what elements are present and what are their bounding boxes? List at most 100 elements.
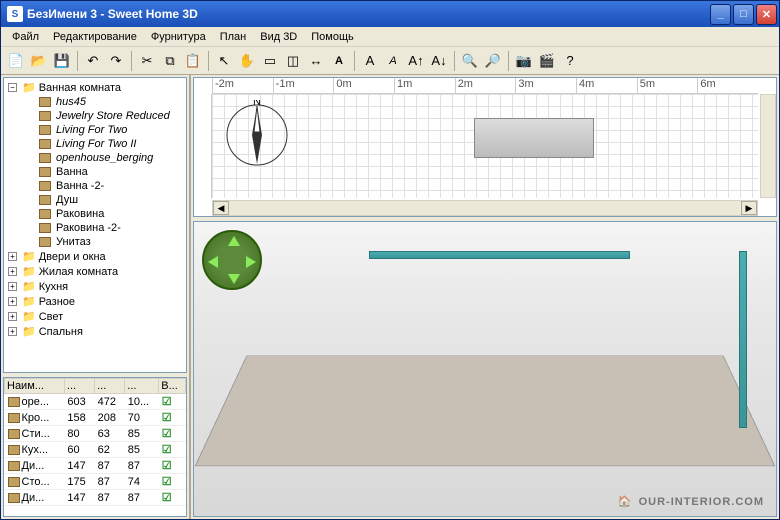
checkbox-checked-icon[interactable]: ☑ <box>162 460 172 472</box>
new-file-icon[interactable]: 📄 <box>5 50 27 72</box>
ruler-mark: 0m <box>333 78 394 93</box>
scroll-right-icon[interactable]: ▶ <box>741 201 757 215</box>
table-header[interactable]: В... <box>159 379 186 394</box>
tree-item-label: Ванна -2- <box>56 180 104 192</box>
collapse-icon[interactable]: − <box>8 83 17 92</box>
toolbar: 📄 📂 💾 ↶ ↷ ✂ ⧉ 📋 ↖ ✋ ▭ ◫ ↔ A A A A↑ A↓ 🔍 … <box>1 47 779 75</box>
table-row[interactable]: Кро...15820870☑ <box>5 410 186 426</box>
ruler-mark: 5m <box>637 78 698 93</box>
menu-help[interactable]: Помощь <box>304 29 361 45</box>
tree-item[interactable]: Раковина <box>6 207 184 221</box>
menu-3dview[interactable]: Вид 3D <box>253 29 304 45</box>
expand-icon[interactable]: + <box>8 282 17 291</box>
nav-down-icon[interactable] <box>228 274 240 284</box>
table-row[interactable]: Ди...1478787☑ <box>5 490 186 506</box>
plan-scrollbar-h[interactable]: ◀ ▶ <box>212 200 758 216</box>
checkbox-checked-icon[interactable]: ☑ <box>162 412 172 424</box>
table-header[interactable]: ... <box>64 379 94 394</box>
expand-icon[interactable]: + <box>8 267 17 276</box>
3d-view[interactable]: 🏠 OUR-INTERIOR.COM <box>193 221 777 517</box>
tree-item[interactable]: Унитаз <box>6 235 184 249</box>
table-row[interactable]: Кух...606285☑ <box>5 442 186 458</box>
wall-icon[interactable]: ▭ <box>259 50 281 72</box>
tree-item[interactable]: hus45 <box>6 95 184 109</box>
menu-plan[interactable]: План <box>213 29 254 45</box>
font-size-down-icon[interactable]: A↓ <box>428 50 450 72</box>
tree-category[interactable]: +📁Разное <box>6 294 184 309</box>
furniture-icon <box>39 181 51 191</box>
tree-item[interactable]: openhouse_berging <box>6 151 184 165</box>
redo-icon[interactable]: ↷ <box>105 50 127 72</box>
expand-icon[interactable]: + <box>8 327 17 336</box>
plan-view[interactable]: -2m-1m0m1m2m3m4m5m6m N ◀ ▶ <box>193 77 777 217</box>
table-row[interactable]: Сти...806385☑ <box>5 426 186 442</box>
expand-icon[interactable]: + <box>8 312 17 321</box>
table-header[interactable]: Наим... <box>5 379 65 394</box>
copy-icon[interactable]: ⧉ <box>159 50 181 72</box>
expand-icon[interactable]: + <box>8 252 17 261</box>
nav-right-icon[interactable] <box>246 256 256 268</box>
tree-item[interactable]: Living For Two II <box>6 137 184 151</box>
maximize-button[interactable]: □ <box>733 4 754 25</box>
tree-category[interactable]: +📁Жилая комната <box>6 264 184 279</box>
tree-item[interactable]: Jewelry Store Reduced <box>6 109 184 123</box>
camera-icon[interactable]: 📷 <box>513 50 535 72</box>
tree-category[interactable]: +📁Спальня <box>6 324 184 339</box>
3d-scene[interactable] <box>194 222 776 516</box>
tree-root[interactable]: − 📁 Ванная комната <box>6 80 184 95</box>
font-italic-icon[interactable]: A <box>382 50 404 72</box>
tree-item[interactable]: Душ <box>6 193 184 207</box>
table-row[interactable]: Ди...1478787☑ <box>5 458 186 474</box>
tree-category[interactable]: +📁Двери и окна <box>6 249 184 264</box>
table-header[interactable]: ... <box>125 379 159 394</box>
furniture-icon <box>8 413 20 423</box>
expand-icon[interactable]: + <box>8 297 17 306</box>
checkbox-checked-icon[interactable]: ☑ <box>162 492 172 504</box>
cut-icon[interactable]: ✂ <box>136 50 158 72</box>
3d-nav-pad[interactable] <box>202 230 262 290</box>
plan-scrollbar-v[interactable] <box>760 94 776 198</box>
export-icon[interactable]: 🎬 <box>536 50 558 72</box>
tree-category[interactable]: +📁Кухня <box>6 279 184 294</box>
font-bold-icon[interactable]: A <box>359 50 381 72</box>
tree-item[interactable]: Ванна <box>6 165 184 179</box>
tree-item[interactable]: Ванна -2- <box>6 179 184 193</box>
close-button[interactable]: ✕ <box>756 4 777 25</box>
hand-icon[interactable]: ✋ <box>236 50 258 72</box>
scroll-left-icon[interactable]: ◀ <box>213 201 229 215</box>
menu-furniture[interactable]: Фурнитура <box>144 29 213 45</box>
text-icon[interactable]: A <box>328 50 350 72</box>
tree-item-label: Ванна <box>56 166 88 178</box>
zoom-out-icon[interactable]: 🔎 <box>482 50 504 72</box>
plan-model[interactable] <box>474 118 594 158</box>
minimize-button[interactable]: _ <box>710 4 731 25</box>
table-row[interactable]: оре...60347210...☑ <box>5 394 186 410</box>
open-icon[interactable]: 📂 <box>28 50 50 72</box>
checkbox-checked-icon[interactable]: ☑ <box>162 428 172 440</box>
nav-left-icon[interactable] <box>208 256 218 268</box>
catalog-tree[interactable]: − 📁 Ванная комната hus45Jewelry Store Re… <box>3 77 187 373</box>
font-size-up-icon[interactable]: A↑ <box>405 50 427 72</box>
furniture-table[interactable]: Наим............В... оре...60347210...☑К… <box>3 377 187 517</box>
table-header[interactable]: ... <box>95 379 125 394</box>
zoom-in-icon[interactable]: 🔍 <box>459 50 481 72</box>
checkbox-checked-icon[interactable]: ☑ <box>162 444 172 456</box>
room-icon[interactable]: ◫ <box>282 50 304 72</box>
tree-category[interactable]: +📁Свет <box>6 309 184 324</box>
table-row[interactable]: Сто...1758774☑ <box>5 474 186 490</box>
dimension-icon[interactable]: ↔ <box>305 50 327 72</box>
checkbox-checked-icon[interactable]: ☑ <box>162 476 172 488</box>
help-icon[interactable]: ? <box>559 50 581 72</box>
tree-item[interactable]: Living For Two <box>6 123 184 137</box>
furniture-icon <box>8 477 20 487</box>
paste-icon[interactable]: 📋 <box>182 50 204 72</box>
menu-file[interactable]: Файл <box>5 29 46 45</box>
save-icon[interactable]: 💾 <box>51 50 73 72</box>
checkbox-checked-icon[interactable]: ☑ <box>162 396 172 408</box>
menu-edit[interactable]: Редактирование <box>46 29 144 45</box>
tree-item[interactable]: Раковина -2- <box>6 221 184 235</box>
furniture-icon <box>8 445 20 455</box>
pointer-icon[interactable]: ↖ <box>213 50 235 72</box>
nav-up-icon[interactable] <box>228 236 240 246</box>
undo-icon[interactable]: ↶ <box>82 50 104 72</box>
